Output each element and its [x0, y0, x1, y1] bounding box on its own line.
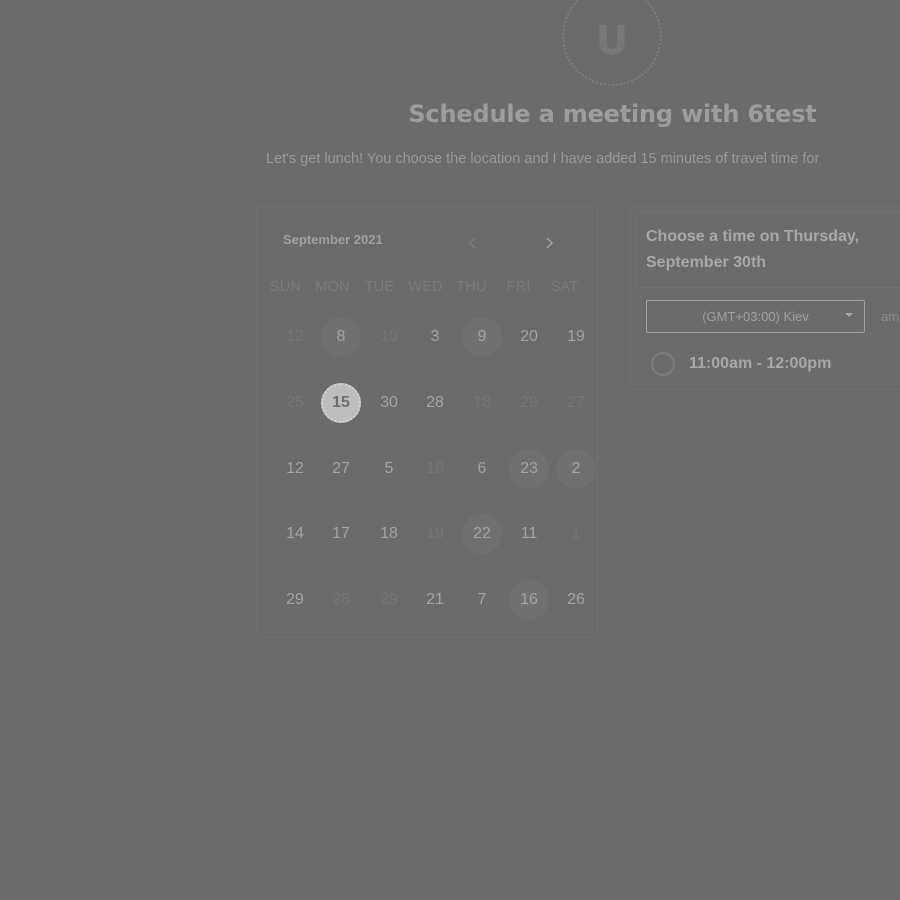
calendar-day[interactable]: 2: [556, 449, 596, 489]
calendar-day: 29: [380, 591, 398, 608]
calendar-day: 27: [567, 394, 585, 411]
calendar-day[interactable]: 14: [275, 514, 315, 554]
calendar-day: 10: [380, 328, 398, 345]
calendar-day[interactable]: 7: [462, 580, 502, 620]
timezone-value: (GMT+03:00) Kiev: [702, 309, 809, 324]
selected-date-heading: Choose a time on Thursday, September 30t…: [646, 228, 860, 271]
avatar-initial: U: [595, 18, 629, 64]
calendar-day[interactable]: 16: [509, 580, 549, 620]
calendar-day[interactable]: 9: [462, 317, 502, 357]
calendar-month-label: September 2021: [283, 232, 383, 247]
previous-month-button[interactable]: [463, 233, 483, 253]
chevron-right-icon: [546, 237, 554, 249]
weekday-label: SUN: [269, 279, 302, 295]
host-avatar: U: [562, 0, 662, 86]
calendar-day-selected[interactable]: 15: [321, 383, 361, 423]
calendar-day[interactable]: 18: [369, 514, 409, 554]
calendar-day: 25: [286, 394, 304, 411]
calendar-day: 28: [332, 591, 350, 608]
calendar-day[interactable]: 11: [509, 514, 549, 554]
calendar-day[interactable]: 6: [462, 449, 502, 489]
calendar-day[interactable]: 5: [369, 449, 409, 489]
page-title: Schedule a meeting with 6test: [408, 100, 817, 128]
weekday-label: WED: [408, 279, 443, 295]
weekday-label: THU: [456, 279, 487, 295]
calendar-day[interactable]: 21: [415, 580, 455, 620]
weekday-label: MON: [315, 279, 350, 295]
calendar-day[interactable]: 29: [275, 580, 315, 620]
chevron-left-icon: [468, 237, 476, 249]
calendar-day[interactable]: 22: [462, 514, 502, 554]
calendar-day[interactable]: 26: [556, 580, 596, 620]
next-month-button[interactable]: [539, 233, 559, 253]
calendar-day[interactable]: 23: [509, 449, 549, 489]
calendar-day[interactable]: 3: [415, 317, 455, 357]
calendar-day[interactable]: 8: [321, 317, 361, 357]
calendar-day: 16: [426, 460, 444, 477]
weekday-label: SAT: [550, 279, 579, 295]
calendar-day[interactable]: 17: [321, 514, 361, 554]
am-pm-toggle[interactable]: am: [881, 309, 899, 324]
weekday-label: FRI: [506, 279, 531, 295]
calendar-day[interactable]: 20: [509, 317, 549, 357]
calendar-day[interactable]: 27: [321, 449, 361, 489]
caret-down-icon: [845, 313, 853, 317]
meeting-description: Let's get lunch! You choose the location…: [266, 151, 820, 167]
calendar-day[interactable]: 28: [415, 383, 455, 423]
calendar-day: 29: [520, 394, 538, 411]
time-slot-label[interactable]: 11:00am - 12:00pm: [689, 355, 831, 373]
time-slot-radio[interactable]: [651, 352, 675, 376]
calendar-day[interactable]: 30: [369, 383, 409, 423]
timezone-select[interactable]: (GMT+03:00) Kiev: [646, 300, 865, 333]
calendar-day: 12: [286, 328, 304, 345]
calendar-day[interactable]: 12: [275, 449, 315, 489]
calendar-day: 1: [571, 525, 581, 542]
weekday-label: TUE: [364, 279, 395, 295]
calendar-day: 19: [426, 525, 444, 542]
calendar-panel: [256, 206, 598, 638]
calendar-day: 18: [473, 394, 491, 411]
calendar-day[interactable]: 19: [556, 317, 596, 357]
